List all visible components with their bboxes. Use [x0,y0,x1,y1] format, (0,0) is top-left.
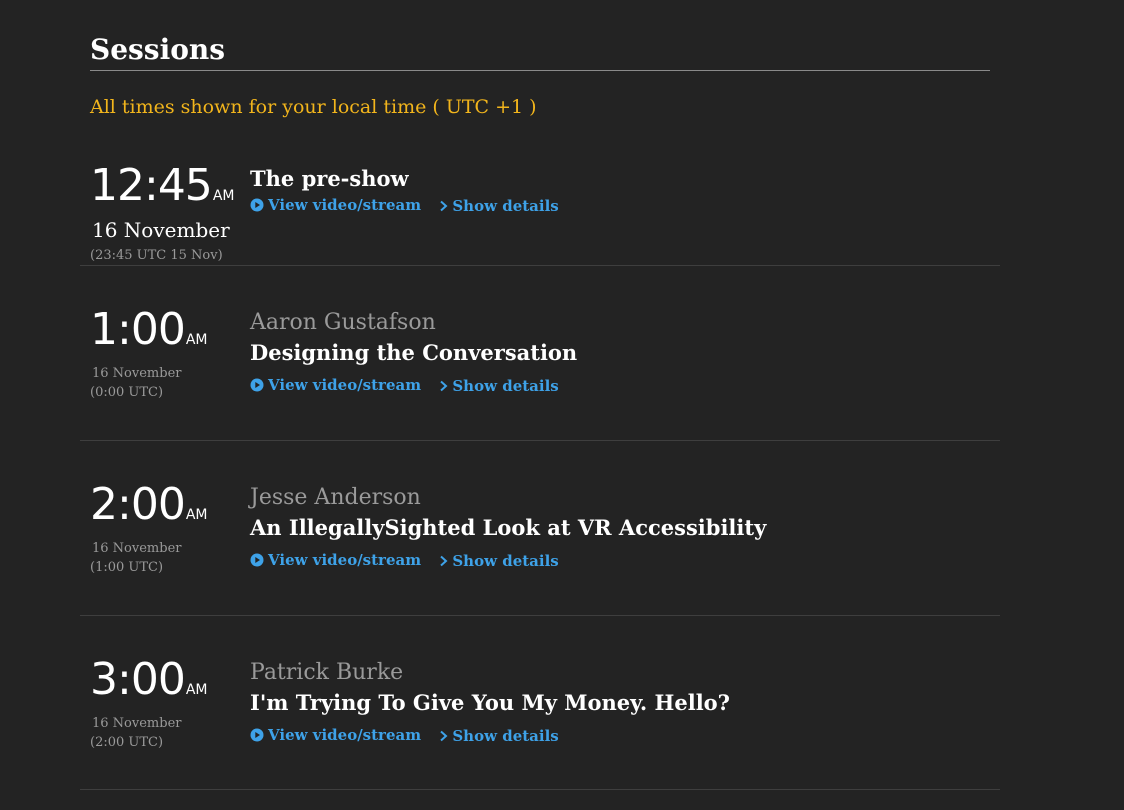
session-info: The pre-show View video/stream Show deta… [250,164,970,216]
session-date: 16 November [92,541,182,556]
session-date: 16 November [92,366,182,381]
show-details-label: Show details [452,197,559,215]
show-details-link[interactable]: Show details [438,377,559,395]
session-item: 12:45AM 16 November (23:45 UTC 15 Nov) T… [80,164,1000,266]
utc-time: (1:00 UTC) [90,560,164,575]
session-info: Patrick Burke I'm Trying To Give You My … [250,658,970,746]
session-info: Jesse Anderson An IllegallySighted Look … [250,483,970,571]
play-circle-icon [250,198,264,212]
session-links: View video/stream Show details [250,551,970,571]
ampm-label: AM [185,682,208,698]
chevron-right-icon [440,380,448,392]
speaker-name: Patrick Burke [250,660,404,685]
chevron-right-icon [440,555,448,567]
ampm-label: AM [185,332,208,348]
page-title: Sessions [90,31,990,71]
time-value: 3:00AM [90,654,208,705]
speaker-name: Jesse Anderson [250,485,421,510]
session-title: The pre-show [250,166,409,191]
session-time: 2:00AM 16 November (1:00 UTC) [90,483,250,577]
session-links: View video/stream Show details [250,196,970,216]
view-video-link[interactable]: View video/stream [250,376,421,394]
session-time: 3:00AM 16 November (2:00 UTC) [90,658,250,752]
view-video-link[interactable]: View video/stream [250,196,421,214]
session-item: 1:00AM 16 November (0:00 UTC) Aaron Gust… [80,308,1000,441]
play-circle-icon [250,728,264,742]
view-video-label: View video/stream [268,376,422,394]
play-circle-icon [250,378,264,392]
session-date: 16 November [92,716,182,731]
session-links: View video/stream Show details [250,726,970,746]
timezone-note: All times shown for your local time ( UT… [90,96,537,118]
show-details-link[interactable]: Show details [438,197,559,215]
play-circle-icon [250,553,264,567]
speaker-name: Aaron Gustafson [250,310,436,335]
show-details-label: Show details [452,552,559,570]
chevron-right-icon [440,730,448,742]
ampm-label: AM [185,507,208,523]
session-info: Aaron Gustafson Designing the Conversati… [250,308,970,396]
utc-time: (0:00 UTC) [90,385,164,400]
time-value: 12:45AM [90,160,235,211]
session-title: I'm Trying To Give You My Money. Hello? [250,690,730,715]
view-video-label: View video/stream [268,196,422,214]
session-links: View video/stream Show details [250,376,970,396]
view-video-link[interactable]: View video/stream [250,551,421,569]
utc-time: (23:45 UTC 15 Nov) [90,248,223,263]
show-details-link[interactable]: Show details [438,727,559,745]
show-details-link[interactable]: Show details [438,552,559,570]
chevron-right-icon [440,200,448,212]
show-details-label: Show details [452,377,559,395]
time-value: 1:00AM [90,304,208,355]
session-time: 1:00AM 16 November (0:00 UTC) [90,308,250,402]
view-video-link[interactable]: View video/stream [250,726,421,744]
show-details-label: Show details [452,727,559,745]
ampm-label: AM [212,188,235,204]
session-title: An IllegallySighted Look at VR Accessibi… [250,515,767,540]
view-video-label: View video/stream [268,551,422,569]
session-title: Designing the Conversation [250,340,578,365]
session-item: 2:00AM 16 November (1:00 UTC) Jesse Ande… [80,483,1000,616]
view-video-label: View video/stream [268,726,422,744]
session-date: 16 November [92,218,230,242]
utc-time: (2:00 UTC) [90,735,164,750]
session-item: 3:00AM 16 November (2:00 UTC) Patrick Bu… [80,658,1000,790]
session-time: 12:45AM 16 November (23:45 UTC 15 Nov) [90,164,250,265]
time-value: 2:00AM [90,479,208,530]
